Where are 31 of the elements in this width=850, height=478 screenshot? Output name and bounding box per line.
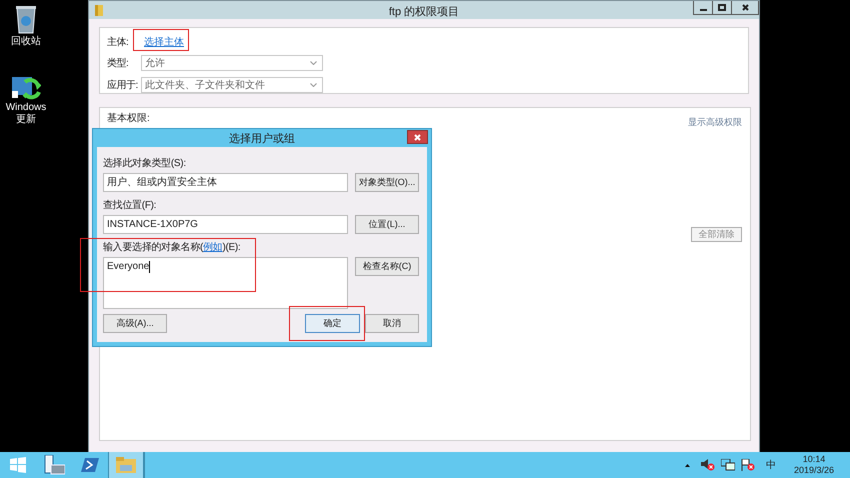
section-heading: 基本权限: (107, 112, 150, 126)
desktop-icon-label[interactable]: Windows 更新 (2, 102, 50, 126)
dropdown[interactable]: 允许 (141, 55, 323, 71)
field-label: 类型: (107, 56, 130, 70)
ok-button[interactable]: 确定 (305, 314, 360, 333)
field-label: )(E): (222, 242, 240, 253)
dialog-title: 选择用户或组 (229, 132, 295, 146)
window-title: ftp 的权限项目 (388, 5, 460, 19)
clock-time: 10:14 (802, 454, 826, 465)
field-value: Everyone (107, 260, 150, 274)
cancel-button[interactable]: 取消 (365, 314, 419, 333)
examples-link[interactable]: 例如 (203, 242, 222, 253)
field-label: 输入要选择的对象名称( (103, 242, 204, 253)
field-label: 查找位置(F): (103, 200, 158, 212)
locations-button[interactable]: 位置(L)... (355, 215, 419, 234)
select-principal-link[interactable]: 选择主体 (143, 34, 185, 48)
desktop-icon-label[interactable]: 回收站 (2, 36, 50, 48)
field-label: 主体: (107, 36, 130, 48)
advanced-button[interactable]: 高级(A)... (103, 314, 167, 333)
input-method-indicator[interactable]: 中 (766, 458, 776, 472)
advanced-permissions-link[interactable]: 显示高级权限 (688, 116, 742, 129)
clock[interactable]: 10:14 2019/3/26 (794, 454, 834, 476)
dropdown-value: 此文件夹、子文件夹和文件 (145, 78, 265, 92)
dropdown-value: 允许 (145, 56, 165, 70)
object-names-field[interactable]: Everyone (103, 257, 348, 309)
object-types-button[interactable]: 对象类型(O)... (355, 173, 419, 192)
field-label: 选择此对象类型(S): (103, 158, 187, 170)
field-label: 应用于: (107, 78, 139, 92)
dropdown[interactable]: 此文件夹、子文件夹和文件 (141, 77, 323, 93)
clock-date: 2019/3/26 (794, 465, 834, 476)
check-names-button[interactable]: 检查名称(C) (355, 257, 419, 276)
